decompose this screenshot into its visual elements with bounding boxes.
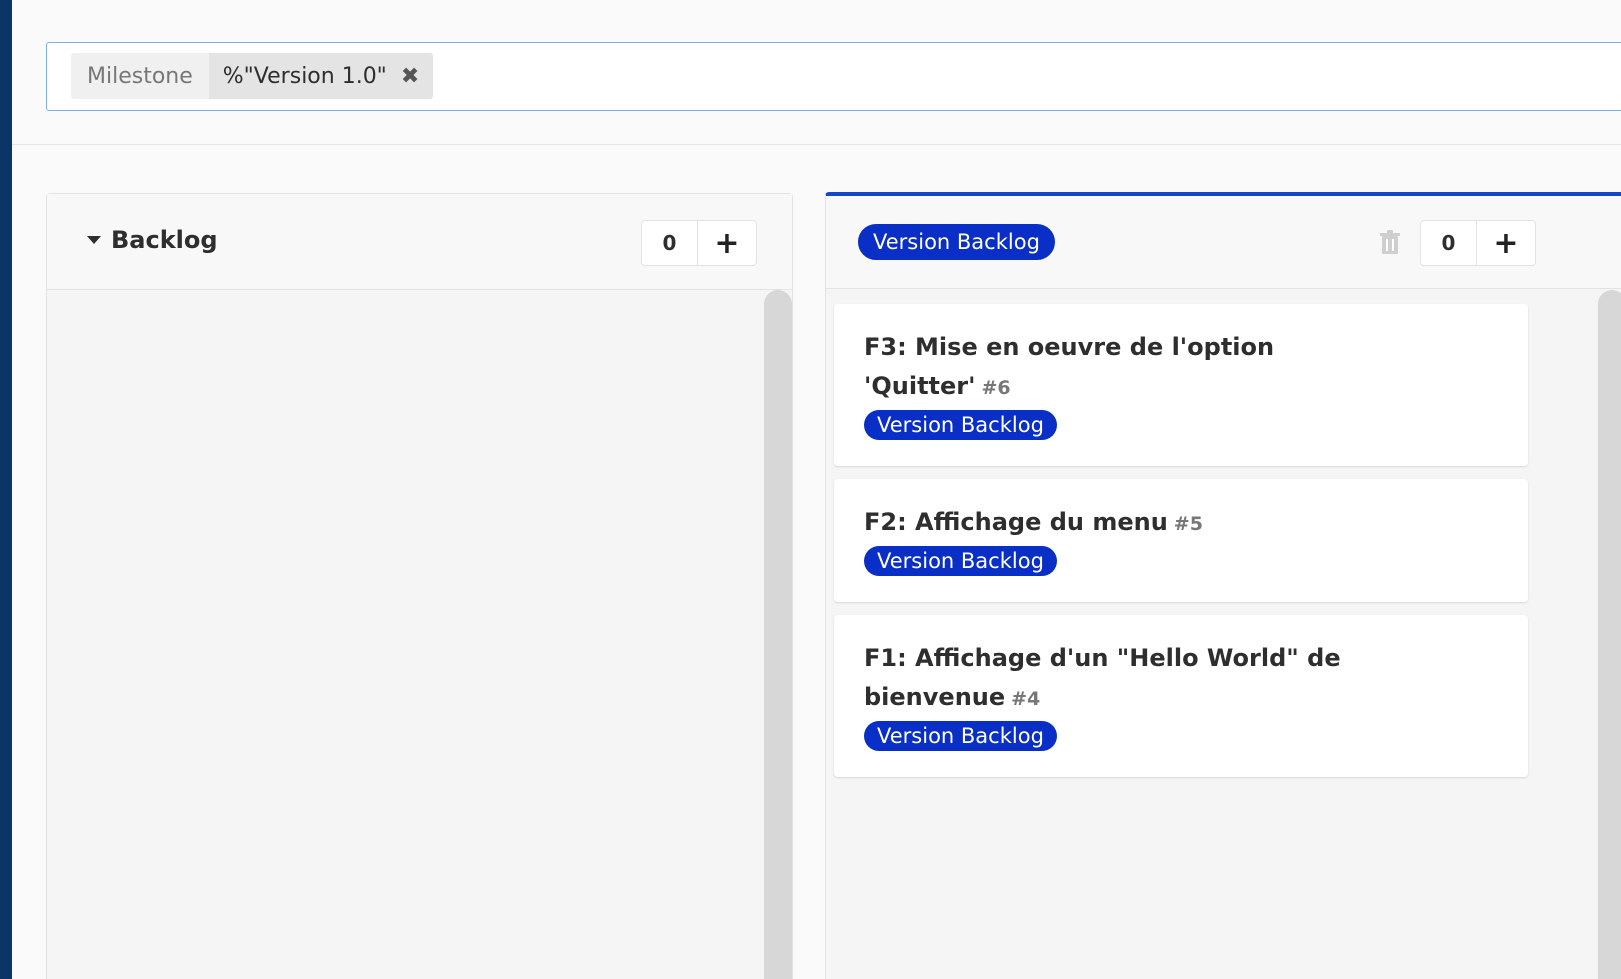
issue-title[interactable]: F1: Affichage d'un "Hello World" de bien… — [864, 639, 1364, 719]
list-header: Backlog 0 + — [47, 194, 792, 290]
board-list-backlog: Backlog 0 + — [46, 193, 793, 979]
issue-card[interactable]: F3: Mise en oeuvre de l'option 'Quitter'… — [834, 304, 1528, 466]
list-header: Version Backlog 0 + — [826, 196, 1621, 289]
issue-title[interactable]: F2: Affichage du menu #5 — [864, 503, 1364, 544]
issue-title-text[interactable]: F3: Mise en oeuvre de l'option 'Quitter' — [864, 333, 1274, 400]
filter-token[interactable]: Milestone %"Version 1.0" ✖ — [71, 53, 434, 99]
list-label-badge[interactable]: Version Backlog — [858, 224, 1055, 260]
issue-title-text[interactable]: F1: Affichage d'un "Hello World" de bien… — [864, 644, 1341, 711]
filter-bar: Milestone %"Version 1.0" ✖ — [12, 0, 1621, 145]
issue-card[interactable]: F1: Affichage d'un "Hello World" de bien… — [834, 615, 1528, 777]
filter-token-value: %"Version 1.0" ✖ — [208, 53, 434, 99]
list-title[interactable]: Backlog — [87, 226, 218, 254]
issue-title[interactable]: F3: Mise en oeuvre de l'option 'Quitter'… — [864, 328, 1364, 408]
issue-label-badge[interactable]: Version Backlog — [864, 546, 1057, 576]
filter-token-value-text: %"Version 1.0" — [222, 63, 387, 89]
issue-ref: #6 — [981, 377, 1011, 399]
issue-cards: F3: Mise en oeuvre de l'option 'Quitter'… — [834, 304, 1528, 790]
scrollbar[interactable] — [764, 290, 792, 979]
issue-label-badge[interactable]: Version Backlog — [864, 410, 1057, 440]
issue-count: 0 — [1421, 221, 1477, 265]
board-list-version-backlog: Version Backlog 0 + F3: Mise en oeuvre d… — [825, 192, 1621, 979]
issue-label-badge[interactable]: Version Backlog — [864, 721, 1057, 751]
issue-ref: #4 — [1011, 688, 1041, 710]
issue-ref: #5 — [1173, 513, 1203, 535]
filter-search-input[interactable]: Milestone %"Version 1.0" ✖ — [46, 42, 1621, 111]
issue-counter: 0 + — [641, 220, 757, 266]
trash-icon[interactable] — [1379, 230, 1401, 256]
caret-down-icon[interactable] — [87, 236, 101, 244]
add-issue-button[interactable]: + — [1477, 221, 1535, 265]
issue-counter: 0 + — [1420, 220, 1536, 266]
add-issue-button[interactable]: + — [698, 221, 756, 265]
close-icon[interactable]: ✖ — [401, 64, 419, 89]
board-frame: Milestone %"Version 1.0" ✖ Backlog 0 + V… — [12, 0, 1621, 979]
list-title-text: Backlog — [111, 226, 218, 254]
issue-card[interactable]: F2: Affichage du menu #5 Version Backlog — [834, 479, 1528, 602]
issue-count: 0 — [642, 221, 698, 265]
issue-title-text[interactable]: F2: Affichage du menu — [864, 508, 1168, 536]
filter-token-name: Milestone — [71, 53, 209, 99]
scrollbar[interactable] — [1598, 290, 1621, 979]
